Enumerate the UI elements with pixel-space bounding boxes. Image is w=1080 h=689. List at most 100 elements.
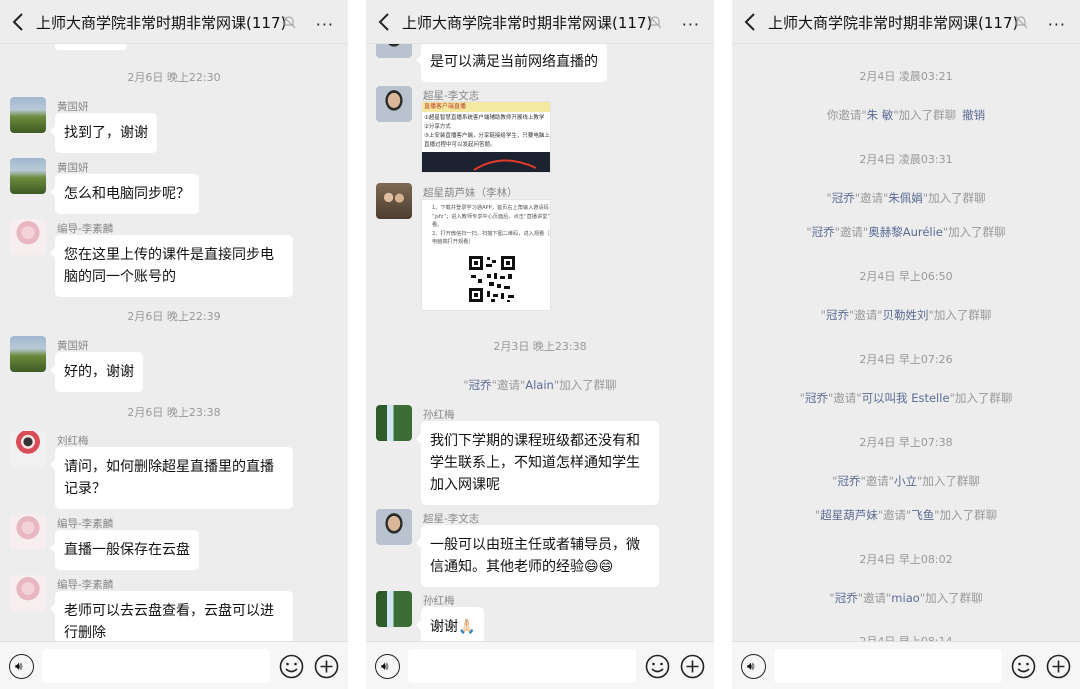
chat-title: 上师大商学院非常时期非常网课(117) [36, 14, 287, 32]
emoji-icon[interactable] [1011, 654, 1036, 679]
message-line: 信通知。其他老师的经验😄😄 [430, 559, 614, 575]
avatar[interactable] [376, 183, 412, 219]
image-text-line: 看。 [432, 222, 443, 229]
invitee-link[interactable]: 贝勒姓刘 [883, 308, 929, 322]
avatar[interactable] [10, 431, 46, 467]
input-bar: 🔊︎ [732, 641, 1080, 689]
avatar[interactable] [376, 405, 412, 441]
timestamp: 2月4日 早上07:38 [859, 436, 953, 449]
image-message[interactable]: 直播客户端直播 ①超星智慧直播系统客户端辅助教师开展线上教学 ②分享方式 ③上安… [421, 101, 551, 173]
plus-icon[interactable] [314, 654, 339, 679]
system-notice: "冠乔"邀请"小立"加入了群聊 [832, 474, 980, 488]
voice-input-icon[interactable]: 🔊︎ [9, 654, 34, 679]
message-bubble[interactable]: 是可以满足当前网络直播的 [416, 44, 607, 82]
avatar[interactable] [10, 514, 46, 550]
emoji-icon[interactable] [279, 654, 304, 679]
message-line: 一般可以由班主任或者辅导员，微 [430, 537, 640, 553]
plus-icon[interactable] [1046, 654, 1071, 679]
inviter-link[interactable]: 冠乔 [805, 391, 828, 405]
message-bubble[interactable]: 谢谢🙏🏻 [415, 607, 485, 641]
message-bubble[interactable]: 怎么和电脑同步呢？ [50, 174, 199, 214]
message-line: 学生联系上，不知道怎样通知学生 [430, 455, 640, 471]
timestamp: 2月4日 早上07:26 [859, 353, 953, 366]
inviter-link[interactable]: 冠乔 [812, 225, 835, 239]
image-message[interactable]: 1、下载并登录学习通APP，首页右上角输入邀请码 “jsfz”；进入教师专享中心… [421, 199, 551, 311]
avatar[interactable] [376, 591, 412, 627]
image-text-line: 直播过程中可以发起问答题。 [424, 142, 496, 148]
message-line: 加入网课呢 [430, 477, 500, 493]
message-line: 您在这里上传的课件是直接同步电 [64, 247, 274, 263]
timestamp: 2月4日 早上08:02 [859, 553, 953, 566]
system-notice: "冠乔"邀请"奥赫黎Aurélie"加入了群聊 [806, 225, 1006, 239]
more-options-button[interactable]: ··· [682, 15, 700, 34]
timestamp: 2月3日 晚上23:38 [493, 340, 587, 353]
message-bubble[interactable]: 找到了，谢谢 [50, 113, 157, 153]
message-list[interactable]: 2月4日 凌晨03:21 你邀请"朱 敏"加入了群聊 撤销 2月4日 凌晨03:3… [732, 44, 1080, 641]
chat-header: 上师大商学院非常时期非常网课(117) ··· [732, 0, 1080, 44]
undo-link[interactable]: 撤销 [962, 108, 985, 122]
message-bubble[interactable]: 老师可以去云盘查看，云盘可以进 行删除 [50, 591, 293, 641]
invitee-link[interactable]: miao [891, 591, 919, 605]
message-list[interactable]: 2月6日 晚上22:30 黄国妍 找到了，谢谢 黄国妍 怎么和电脑同步呢？ 编导… [0, 44, 348, 641]
avatar[interactable] [10, 158, 46, 194]
invitee-link[interactable]: Alain [525, 378, 554, 392]
avatar[interactable] [376, 44, 412, 58]
emoji-icon[interactable] [645, 654, 670, 679]
message-bubble[interactable]: 您在这里上传的课件是直接同步电 脑的同一个账号的 [50, 235, 293, 297]
more-options-button[interactable]: ··· [1048, 15, 1066, 34]
message-bubble[interactable]: 请问，如何删除超星直播里的直播 记录？ [50, 447, 293, 509]
input-bar: 🔊︎ [366, 641, 714, 689]
mute-bell-icon [282, 15, 296, 29]
sender-name: 刘红梅 [57, 435, 89, 447]
avatar[interactable] [376, 86, 412, 122]
timestamp: 2月6日 晚上22:39 [127, 310, 221, 323]
more-options-button[interactable]: ··· [316, 15, 334, 34]
invitee-link[interactable]: 奥赫黎Aurélie [868, 225, 943, 239]
invitee-link[interactable]: 朱佩娟 [888, 191, 923, 205]
sender-name: 孙红梅 [423, 595, 455, 607]
message-bubble[interactable]: 直播一般保存在云盘 [50, 530, 199, 570]
message-line: 记录？ [64, 481, 106, 497]
inviter-link[interactable]: 冠乔 [835, 591, 858, 605]
avatar[interactable] [10, 97, 46, 133]
message-bubble[interactable]: 一般可以由班主任或者辅导员，微 信通知。其他老师的经验😄😄 [416, 525, 659, 587]
invitee-link[interactable]: 飞鱼 [911, 508, 934, 522]
inviter-link[interactable]: 超星葫芦妹 [820, 508, 878, 522]
back-arrow-icon[interactable] [10, 12, 28, 32]
image-text-line: “jsfz”；进入教师专享中心页面后，点击“直播讲堂” [432, 213, 551, 220]
message-input[interactable] [774, 649, 1002, 683]
inviter-link[interactable]: 冠乔 [826, 308, 849, 322]
avatar[interactable] [10, 219, 46, 255]
message-line: 老师可以去云盘查看，云盘可以进 [64, 603, 274, 619]
message-bubble[interactable]: 好的，谢谢 [50, 352, 143, 392]
back-arrow-icon[interactable] [376, 12, 394, 32]
invitee-link[interactable]: 小立 [894, 474, 917, 488]
system-notice: "冠乔"邀请"可以叫我 Estelle"加入了群聊 [799, 391, 1013, 405]
chat-panel-1: 上师大商学院非常时期非常网课(117) ··· 2月6日 晚上22:30 黄国妍… [0, 0, 348, 689]
message-bubble[interactable]: 我们下学期的课程班级都还没有和 学生联系上，不知道怎样通知学生 加入网课呢 [416, 421, 659, 505]
plus-icon[interactable] [680, 654, 705, 679]
inviter-link[interactable]: 冠乔 [832, 191, 855, 205]
message-input[interactable] [408, 649, 636, 683]
sender-name: 编导-李素麟 [57, 579, 114, 591]
voice-input-icon[interactable]: 🔊︎ [375, 654, 400, 679]
chat-title: 上师大商学院非常时期非常网课(117) [402, 14, 653, 32]
message-input[interactable] [42, 649, 270, 683]
invitee-link[interactable]: 可以叫我 Estelle [862, 391, 950, 405]
image-text: ①超星智慧直播系统客户端辅助教师开展线上教学 ②分享方式 ③上安装直播客户端，分… [424, 114, 550, 150]
avatar[interactable] [10, 336, 46, 372]
image-text-line: ③上安装直播客户端，分享链接给学生，只要电脑上有摄像头 [424, 133, 550, 139]
system-notice: "超星葫芦妹"邀请"飞鱼"加入了群聊 [814, 508, 998, 522]
message-list[interactable]: 是可以满足当前网络直播的 超星-李文志 直播客户端直播 ①超星智慧直播系统客户端… [366, 44, 714, 641]
image-text-line: 电脑端打开观看） [432, 239, 474, 246]
back-arrow-icon[interactable] [742, 12, 760, 32]
invitee-link[interactable]: 朱 敏 [867, 108, 894, 122]
inviter-link[interactable]: 冠乔 [469, 378, 492, 392]
avatar[interactable] [376, 509, 412, 545]
chat-header: 上师大商学院非常时期非常网课(117) ··· [0, 0, 348, 44]
voice-input-icon[interactable]: 🔊︎ [741, 654, 766, 679]
chat-header: 上师大商学院非常时期非常网课(117) ··· [366, 0, 714, 44]
inviter-link[interactable]: 冠乔 [837, 474, 860, 488]
avatar[interactable] [10, 575, 46, 611]
qr-code-icon [467, 254, 517, 304]
